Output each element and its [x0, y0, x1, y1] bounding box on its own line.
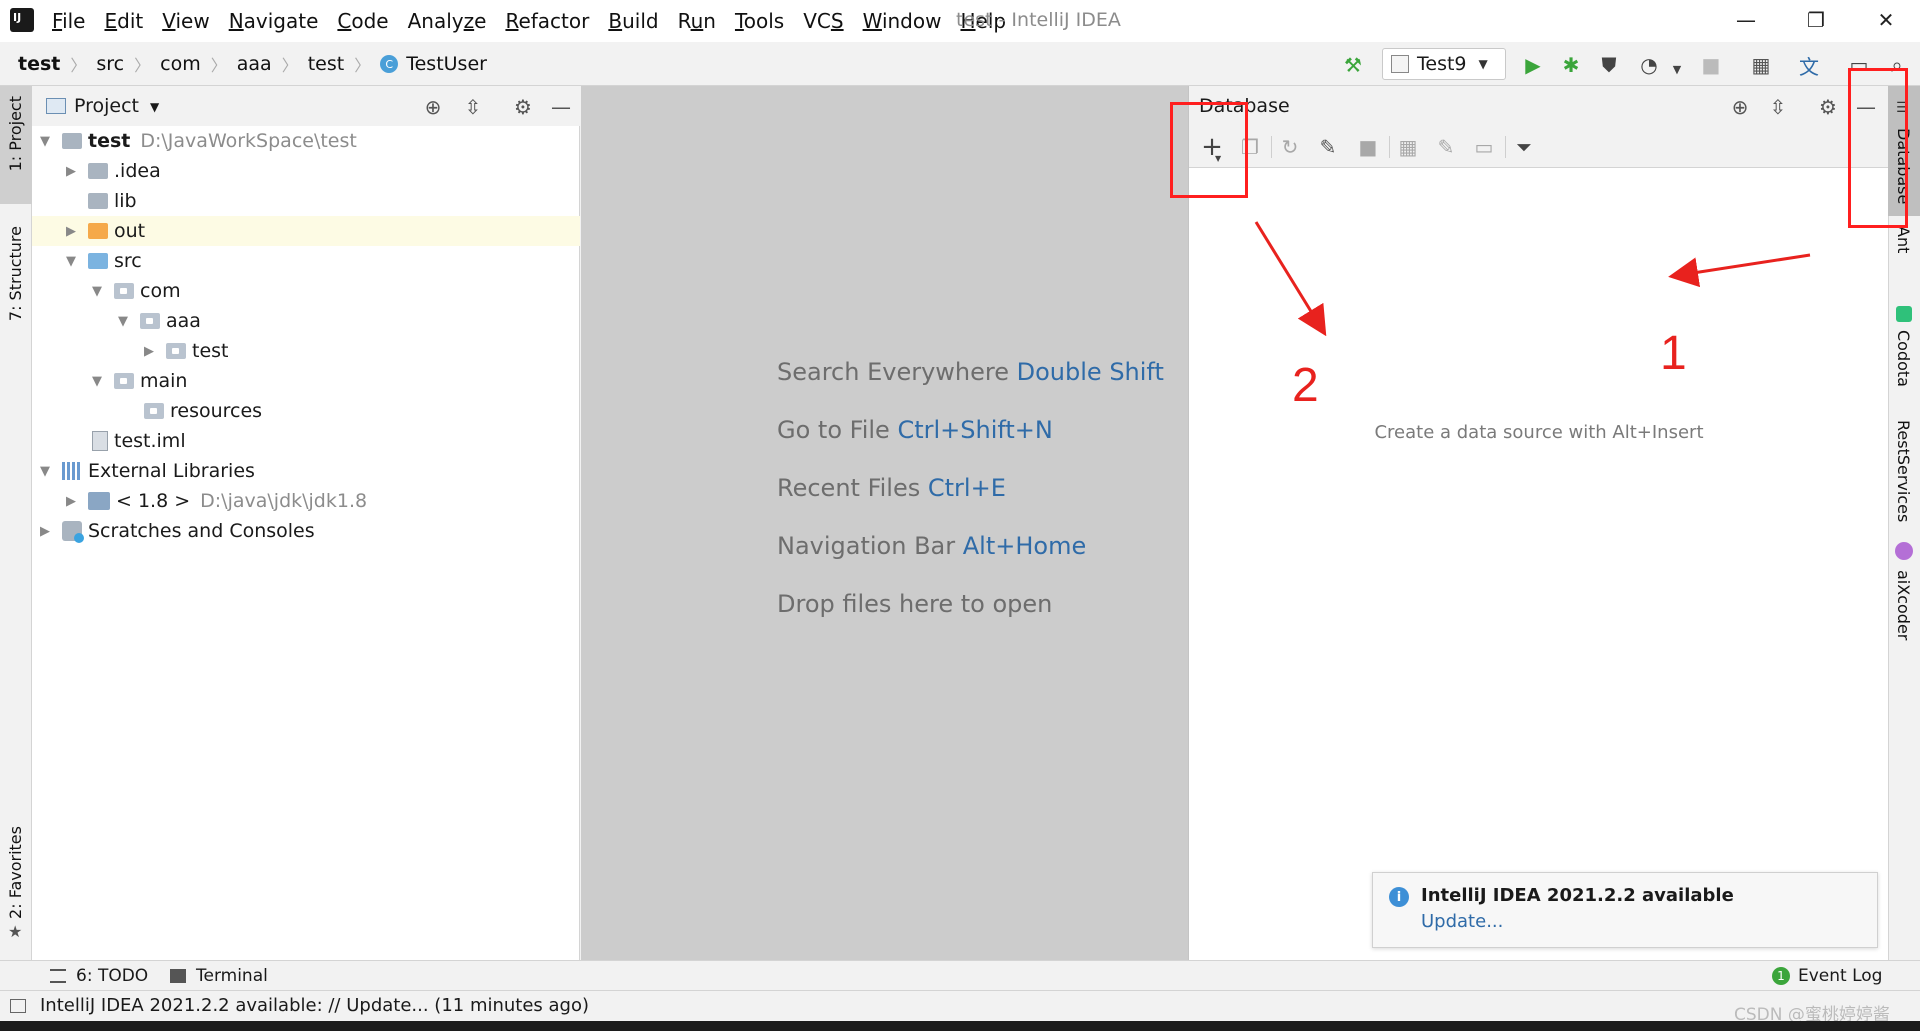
annotation-arrow-1: [1668, 253, 1811, 288]
annotation-arrows: [1254, 221, 1811, 337]
annotation-arrow-2: [1254, 221, 1327, 337]
